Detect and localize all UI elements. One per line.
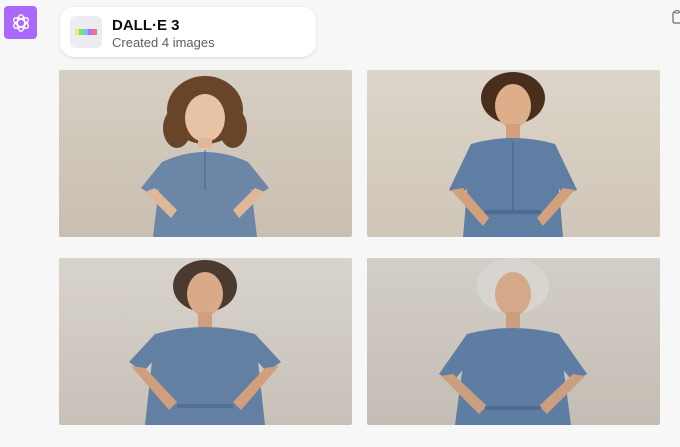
generated-image-3[interactable]: [59, 258, 352, 425]
generated-image-1[interactable]: [59, 70, 352, 237]
tool-subtitle: Created 4 images: [112, 35, 215, 50]
generated-image-2[interactable]: [367, 70, 660, 237]
openai-logo-icon: [12, 13, 29, 32]
tool-title: DALL·E 3: [112, 17, 180, 34]
copy-icon[interactable]: [672, 10, 680, 29]
dalle-palette-icon: [70, 16, 102, 48]
assistant-avatar: [4, 6, 37, 39]
generated-image-4[interactable]: [367, 258, 660, 425]
dalle-tool-card[interactable]: DALL·E 3 Created 4 images: [60, 7, 316, 57]
palette-swatch: [92, 29, 98, 35]
